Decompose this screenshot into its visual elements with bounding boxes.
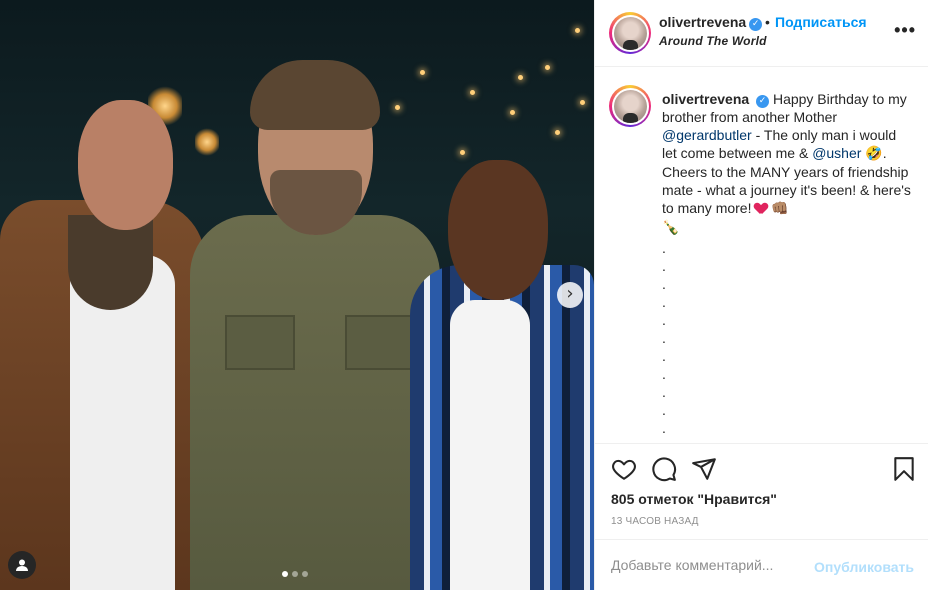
user-icon — [16, 559, 28, 571]
avatar-image — [613, 16, 647, 50]
person-left-scarf — [68, 215, 153, 310]
carousel-dot-active — [282, 571, 288, 577]
caption-dot: . — [662, 402, 666, 418]
shirt-pocket — [225, 315, 295, 370]
publish-button[interactable]: Опубликовать — [814, 559, 914, 575]
post-photo[interactable]: › — [0, 0, 594, 590]
red-heart-emoji-icon — [755, 203, 767, 214]
caption-dot: . — [662, 420, 666, 436]
post-timestamp[interactable]: 13 часов назад — [611, 516, 699, 527]
location-link[interactable]: Around The World — [659, 34, 767, 48]
likes-count[interactable]: 805 отметок "Нравится" — [611, 491, 777, 507]
carousel-next-button[interactable]: › — [557, 282, 583, 308]
fist-bump-emoji-icon: 👊🏽 — [771, 201, 789, 217]
laughing-emoji-icon: 🤣 — [865, 146, 883, 162]
comment-input[interactable] — [611, 557, 811, 573]
comment-button[interactable] — [651, 456, 677, 482]
follow-button[interactable]: Подписаться — [775, 14, 867, 30]
bookmark-icon — [894, 457, 914, 481]
save-button[interactable] — [891, 456, 917, 482]
person-right-head — [448, 160, 548, 300]
caption-dot: . — [662, 366, 666, 382]
separator-dot: • — [765, 14, 770, 30]
avatar-image — [613, 89, 647, 123]
caption-dot: . — [662, 330, 666, 346]
like-button[interactable] — [611, 456, 637, 482]
lamp — [195, 128, 219, 156]
carousel-dot — [292, 571, 298, 577]
shirt-pocket — [345, 315, 415, 370]
mention-link-gerardbutler[interactable]: @gerardbutler — [662, 127, 752, 143]
caption-username-link[interactable]: olivertrevena ✓ — [662, 91, 770, 108]
caption-section: olivertrevena ✓ Happy Birthday to my bro… — [595, 68, 928, 443]
verified-badge-icon: ✓ — [749, 18, 763, 31]
author-avatar[interactable] — [609, 12, 651, 54]
more-options-icon[interactable]: ••• — [894, 20, 916, 41]
share-button[interactable] — [691, 456, 717, 482]
post-actions: 805 отметок "Нравится" 13 часов назад Оп… — [595, 443, 928, 590]
tagged-users-button[interactable] — [8, 551, 36, 579]
post-sidebar: olivertrevena ✓ • Подписаться Around The … — [594, 0, 928, 590]
caption-dot: . — [662, 348, 666, 364]
person-right-tshirt — [450, 300, 530, 590]
carousel-indicator — [282, 571, 308, 577]
person-left-head — [78, 100, 173, 230]
caption-dot: . — [662, 384, 666, 400]
mention-link-usher[interactable]: @usher — [812, 145, 861, 161]
carousel-dot — [302, 571, 308, 577]
caption-dot: . — [662, 294, 666, 310]
caption-dot-lines: . . . . . . . . . . . — [662, 239, 912, 437]
author-username-link[interactable]: olivertrevena ✓ — [659, 14, 763, 31]
caption-text: olivertrevena ✓ Happy Birthday to my bro… — [662, 90, 912, 437]
caption-dot: . — [662, 312, 666, 328]
person-center-hair — [250, 60, 380, 130]
caption-dot: . — [662, 258, 666, 274]
heart-outline-icon — [612, 459, 636, 480]
caption-dot: . — [662, 240, 666, 256]
comment-form: Опубликовать — [595, 539, 928, 590]
comment-icon — [652, 457, 677, 482]
paper-plane-icon — [692, 458, 716, 480]
caption-dot: . — [662, 276, 666, 292]
verified-badge-icon: ✓ — [756, 95, 770, 108]
person-center-shirt — [190, 215, 440, 590]
post-header: olivertrevena ✓ • Подписаться Around The … — [595, 0, 928, 67]
caption-author-avatar[interactable] — [609, 85, 651, 127]
champagne-emoji-icon: 🍾 — [662, 220, 680, 236]
